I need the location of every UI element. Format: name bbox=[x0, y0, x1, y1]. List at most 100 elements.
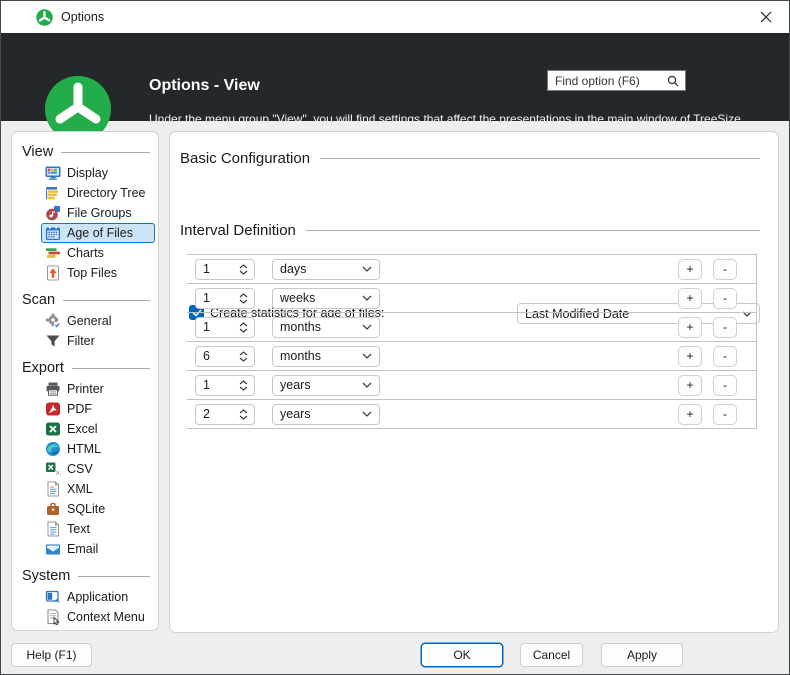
sidebar-item-display[interactable]: Display bbox=[41, 163, 155, 183]
spinner-arrows[interactable] bbox=[239, 351, 248, 362]
group-label: Scan bbox=[22, 292, 55, 308]
remove-interval-button[interactable]: - bbox=[713, 317, 737, 338]
sidebar-item-top-files[interactable]: Top Files bbox=[41, 263, 155, 283]
settings-nav-panel: View Display Directory Tree File Groups bbox=[11, 131, 159, 631]
interval-value-spinner[interactable]: 1 bbox=[195, 317, 255, 338]
age-of-files-icon bbox=[45, 225, 61, 241]
context-menu-icon bbox=[45, 609, 61, 625]
chevron-down-icon bbox=[362, 266, 372, 272]
directory-tree-icon bbox=[45, 185, 61, 201]
csv-icon: a, bbox=[45, 461, 61, 477]
interval-unit-dropdown[interactable]: years bbox=[272, 375, 380, 396]
spinner-down-icon[interactable] bbox=[239, 328, 248, 333]
interval-value: 1 bbox=[196, 262, 239, 276]
apply-button[interactable]: Apply bbox=[601, 643, 683, 667]
interval-unit-value: weeks bbox=[273, 291, 362, 305]
sidebar-item-filter[interactable]: Filter bbox=[41, 331, 155, 351]
sidebar-item-html[interactable]: HTML bbox=[41, 439, 155, 459]
add-interval-button[interactable]: + bbox=[678, 375, 702, 396]
interval-row: 1 weeks + - bbox=[187, 284, 756, 313]
sidebar-item-excel[interactable]: Excel bbox=[41, 419, 155, 439]
interval-unit-value: years bbox=[273, 378, 362, 392]
help-button[interactable]: Help (F1) bbox=[11, 643, 92, 667]
spinner-up-icon[interactable] bbox=[239, 264, 248, 269]
spinner-down-icon[interactable] bbox=[239, 270, 248, 275]
sidebar-item-label: CSV bbox=[67, 462, 93, 476]
spinner-arrows[interactable] bbox=[239, 322, 248, 333]
sidebar-item-context-menu[interactable]: Context Menu bbox=[41, 607, 155, 627]
spinner-down-icon[interactable] bbox=[239, 415, 248, 420]
spinner-arrows[interactable] bbox=[239, 264, 248, 275]
remove-interval-button[interactable]: - bbox=[713, 375, 737, 396]
spinner-down-icon[interactable] bbox=[239, 386, 248, 391]
interval-value: 6 bbox=[196, 349, 239, 363]
interval-unit-dropdown[interactable]: weeks bbox=[272, 288, 380, 309]
sidebar-item-label: Application bbox=[67, 590, 128, 604]
interval-value-spinner[interactable]: 1 bbox=[195, 375, 255, 396]
close-button[interactable] bbox=[743, 1, 789, 32]
interval-value: 1 bbox=[196, 320, 239, 334]
chevron-down-icon bbox=[362, 382, 372, 388]
page-description: Under the menu group "View", you will fi… bbox=[149, 112, 744, 126]
spinner-down-icon[interactable] bbox=[239, 299, 248, 304]
interval-unit-dropdown[interactable]: years bbox=[272, 404, 380, 425]
sidebar-item-file-groups[interactable]: File Groups bbox=[41, 203, 155, 223]
remove-interval-button[interactable]: - bbox=[713, 346, 737, 367]
sidebar-item-age-of-files[interactable]: Age of Files bbox=[41, 223, 155, 243]
search-input[interactable] bbox=[548, 74, 667, 88]
sidebar-item-email[interactable]: Email bbox=[41, 539, 155, 559]
add-interval-button[interactable]: + bbox=[678, 404, 702, 425]
sidebar-item-general[interactable]: General bbox=[41, 311, 155, 331]
add-interval-button[interactable]: + bbox=[678, 259, 702, 280]
spinner-arrows[interactable] bbox=[239, 409, 248, 420]
interval-unit-value: months bbox=[273, 349, 362, 363]
ok-button[interactable]: OK bbox=[421, 643, 503, 667]
basic-configuration-header: Basic Configuration bbox=[180, 150, 760, 167]
spinner-up-icon[interactable] bbox=[239, 351, 248, 356]
cancel-button[interactable]: Cancel bbox=[520, 643, 583, 667]
sidebar-item-pdf[interactable]: PDF bbox=[41, 399, 155, 419]
sidebar-item-label: Filter bbox=[67, 334, 95, 348]
group-divider bbox=[78, 576, 150, 577]
spinner-up-icon[interactable] bbox=[239, 409, 248, 414]
sidebar-item-sqlite[interactable]: SQLite bbox=[41, 499, 155, 519]
interval-unit-dropdown[interactable]: days bbox=[272, 259, 380, 280]
sidebar-item-csv[interactable]: a, CSV bbox=[41, 459, 155, 479]
group-divider bbox=[63, 300, 150, 301]
sidebar-item-printer[interactable]: Printer bbox=[41, 379, 155, 399]
add-interval-button[interactable]: + bbox=[678, 317, 702, 338]
spinner-down-icon[interactable] bbox=[239, 357, 248, 362]
interval-row: 2 years + - bbox=[187, 400, 756, 429]
interval-value-spinner[interactable]: 2 bbox=[195, 404, 255, 425]
interval-unit-dropdown[interactable]: months bbox=[272, 346, 380, 367]
interval-unit-value: days bbox=[273, 262, 362, 276]
sidebar-item-label: Text bbox=[67, 522, 90, 536]
add-interval-button[interactable]: + bbox=[678, 346, 702, 367]
interval-unit-dropdown[interactable]: months bbox=[272, 317, 380, 338]
interval-value-spinner[interactable]: 1 bbox=[195, 259, 255, 280]
charts-icon bbox=[45, 245, 61, 261]
sidebar-item-application[interactable]: Application bbox=[41, 587, 155, 607]
remove-interval-button[interactable]: - bbox=[713, 288, 737, 309]
add-interval-button[interactable]: + bbox=[678, 288, 702, 309]
spinner-up-icon[interactable] bbox=[239, 322, 248, 327]
interval-value-spinner[interactable]: 1 bbox=[195, 288, 255, 309]
spinner-up-icon[interactable] bbox=[239, 380, 248, 385]
sidebar-item-xml[interactable]: XML bbox=[41, 479, 155, 499]
sidebar-item-text[interactable]: Text bbox=[41, 519, 155, 539]
remove-interval-button[interactable]: - bbox=[713, 259, 737, 280]
spinner-arrows[interactable] bbox=[239, 293, 248, 304]
sidebar-item-directory-tree[interactable]: Directory Tree bbox=[41, 183, 155, 203]
interval-value-spinner[interactable]: 6 bbox=[195, 346, 255, 367]
search-icon bbox=[667, 75, 679, 87]
interval-unit-value: months bbox=[273, 320, 362, 334]
remove-interval-button[interactable]: - bbox=[713, 404, 737, 425]
spinner-up-icon[interactable] bbox=[239, 293, 248, 298]
sidebar-item-label: Top Files bbox=[67, 266, 117, 280]
section-divider bbox=[320, 158, 760, 159]
sidebar-item-label: SQLite bbox=[67, 502, 105, 516]
spinner-arrows[interactable] bbox=[239, 380, 248, 391]
sidebar-item-charts[interactable]: Charts bbox=[41, 243, 155, 263]
interval-row: 1 days + - bbox=[187, 255, 756, 284]
sidebar-item-label: Directory Tree bbox=[67, 186, 146, 200]
